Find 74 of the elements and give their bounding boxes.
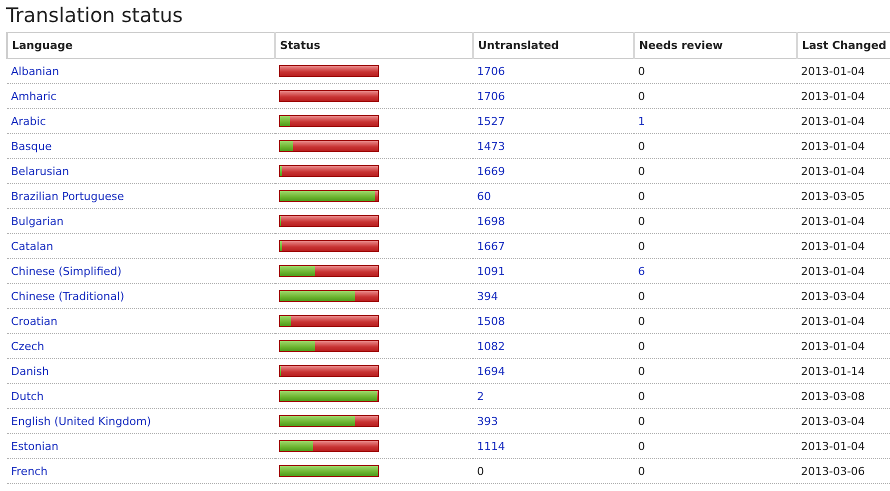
count-link[interactable]: 1698	[477, 214, 505, 228]
language-link[interactable]: Brazilian Portuguese	[11, 190, 124, 202]
date-text: 2013-01-04	[801, 214, 865, 228]
count-link[interactable]: 2	[477, 390, 484, 402]
language-link[interactable]: Amharic	[11, 90, 57, 102]
count-text: 0	[638, 90, 645, 102]
language-link[interactable]: Arabic	[11, 114, 46, 128]
count-text: 0	[638, 290, 645, 302]
language-link[interactable]: French	[11, 464, 48, 478]
count-text: 0	[638, 214, 645, 228]
count-link[interactable]: 1508	[477, 314, 505, 328]
language-link[interactable]: Catalan	[11, 240, 54, 252]
date-text: 2013-01-04	[801, 440, 865, 452]
date-text: 2013-03-04	[801, 414, 865, 428]
count-text: 0	[638, 190, 645, 202]
date-text: 2013-01-04	[801, 240, 865, 252]
count-text: 0	[638, 314, 645, 328]
count-link[interactable]: 1473	[477, 140, 505, 152]
language-link[interactable]: Chinese (Traditional)	[11, 290, 124, 302]
column-header: Status	[275, 32, 473, 58]
date-text: 2013-01-04	[801, 90, 865, 102]
date-text: 2013-01-04	[801, 64, 865, 78]
count-link[interactable]: 1091	[477, 264, 505, 278]
count-text: 0	[638, 240, 645, 252]
language-link[interactable]: Belarusian	[11, 164, 70, 178]
date-text: 2013-01-04	[801, 340, 865, 352]
column-header: Last Changed	[797, 32, 890, 58]
language-link[interactable]: English (United Kingdom)	[11, 414, 152, 428]
count-link[interactable]: 1082	[477, 340, 505, 352]
column-header: Language	[7, 32, 275, 58]
date-text: 2013-01-14	[801, 364, 865, 378]
count-link[interactable]: 1706	[477, 90, 505, 102]
column-header: Untranslated	[473, 32, 634, 58]
date-text: 2013-01-04	[801, 164, 865, 178]
count-link[interactable]: 1114	[477, 440, 505, 452]
count-text: 0	[477, 464, 484, 478]
language-link[interactable]: Estonian	[11, 440, 58, 452]
page-title: Translation status	[5, 2, 184, 29]
date-text: 2013-01-04	[801, 314, 865, 328]
count-text: 0	[638, 64, 645, 78]
language-link[interactable]: Danish	[11, 364, 49, 378]
date-text: 2013-03-08	[801, 390, 865, 402]
date-text: 2013-01-04	[801, 114, 865, 128]
date-text: 2013-03-05	[801, 190, 865, 202]
count-link[interactable]: 1706	[477, 64, 505, 78]
count-text: 0	[638, 464, 645, 478]
count-text: 0	[638, 440, 645, 452]
count-link[interactable]: 60	[477, 190, 491, 202]
column-header: Needs review	[634, 32, 797, 58]
date-text: 2013-03-04	[801, 290, 865, 302]
count-link[interactable]: 393	[477, 414, 498, 428]
language-link[interactable]: Bulgarian	[11, 214, 64, 228]
count-text: 0	[638, 140, 645, 152]
count-link[interactable]: 6	[638, 264, 645, 278]
language-link[interactable]: Croatian	[11, 314, 58, 328]
language-link[interactable]: Dutch	[11, 390, 44, 402]
count-text: 0	[638, 414, 645, 428]
count-link[interactable]: 1669	[477, 164, 505, 178]
count-link[interactable]: 1527	[477, 114, 505, 128]
count-text: 0	[638, 340, 645, 352]
count-link[interactable]: 1667	[477, 240, 505, 252]
count-text: 0	[638, 390, 645, 402]
language-link[interactable]: Czech	[11, 340, 44, 352]
date-text: 2013-01-04	[801, 264, 865, 278]
count-link[interactable]: 1694	[477, 364, 505, 378]
date-text: 2013-01-04	[801, 140, 865, 152]
count-text: 0	[638, 364, 645, 378]
count-link[interactable]: 1	[638, 114, 645, 128]
count-link[interactable]: 394	[477, 290, 498, 302]
date-text: 2013-03-06	[801, 464, 865, 478]
count-text: 0	[638, 164, 645, 178]
language-link[interactable]: Basque	[11, 140, 52, 152]
language-link[interactable]: Albanian	[11, 64, 60, 78]
language-link[interactable]: Chinese (Simplified)	[11, 264, 122, 278]
